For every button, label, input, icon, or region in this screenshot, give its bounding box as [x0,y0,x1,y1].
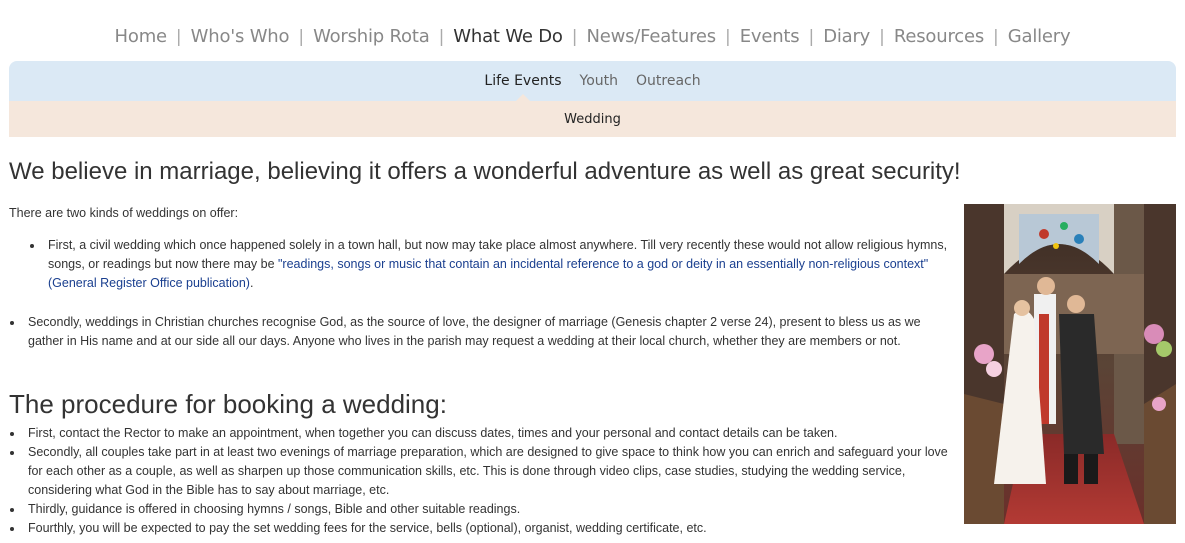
nav-item-gallery[interactable]: Gallery [999,26,1080,47]
main-nav: Home | Who's Who | Worship Rota | What W… [0,26,1185,47]
subnav-item-youth[interactable]: Youth [571,73,628,89]
nav-item-diary[interactable]: Diary [814,26,879,47]
civil-wedding-item: First, a civil wedding which once happen… [30,236,948,293]
wedding-photo [964,204,1176,524]
procedure-list: First, contact the Rector to make an app… [10,424,948,538]
nav-item-what-we-do[interactable]: What We Do [444,26,571,47]
procedure-step: Fourthly, you will be expected to pay th… [10,519,948,538]
subnav-item-life-events[interactable]: Life Events [475,73,570,101]
nav-item-events[interactable]: Events [731,26,809,47]
procedure-step: First, contact the Rector to make an app… [10,424,948,443]
procedure-step: Secondly, all couples take part in at le… [10,443,948,500]
subsub-nav: Wedding [9,101,1176,137]
page-headline: We believe in marriage, believing it off… [9,158,961,185]
wedding-types-list: First, a civil wedding which once happen… [30,236,948,293]
nav-item-whos-who[interactable]: Who's Who [182,26,299,47]
nav-item-news-features[interactable]: News/Features [577,26,725,47]
sub-nav: Life Events Youth Outreach [9,61,1176,101]
christian-wedding-item: Secondly, weddings in Christian churches… [10,313,948,351]
procedure-step: Thirdly, guidance is offered in choosing… [10,500,948,519]
procedure-heading: The procedure for booking a wedding: [9,389,447,419]
subnav-item-outreach[interactable]: Outreach [627,73,710,89]
nav-item-resources[interactable]: Resources [885,26,993,47]
civil-text-end: . [249,276,254,290]
nav-item-home[interactable]: Home [106,26,176,47]
subsubnav-item-wedding[interactable]: Wedding [564,112,621,127]
intro-text: There are two kinds of weddings on offer… [9,206,239,220]
nav-item-worship-rota[interactable]: Worship Rota [304,26,439,47]
christian-wedding-list: Secondly, weddings in Christian churches… [10,313,948,351]
